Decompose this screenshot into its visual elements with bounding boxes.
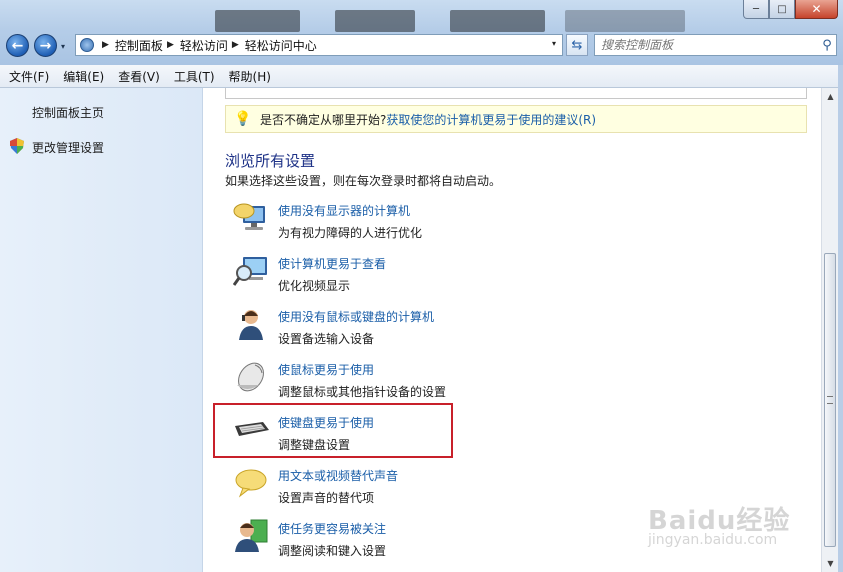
partial-panel-edge xyxy=(225,88,807,99)
setting-item: 使任务更容易被关注 调整阅读和键入设置 xyxy=(233,518,633,564)
search-box[interactable]: ⚲ xyxy=(594,34,837,56)
setting-link-focus-tasks[interactable]: 使任务更容易被关注 xyxy=(278,520,386,537)
taskbar-thumbnails xyxy=(215,10,735,32)
refresh-button[interactable]: ⇆ xyxy=(566,34,588,56)
search-input[interactable] xyxy=(595,37,818,53)
setting-desc: 为有视力障碍的人进行优化 xyxy=(278,226,423,240)
left-navigation-pane: 控制面板主页 更改管理设置 xyxy=(0,88,203,572)
user-headset-icon xyxy=(239,310,263,340)
section-subtitle: 如果选择这些设置，则在每次登录时都将自动启动。 xyxy=(225,174,502,188)
setting-link-no-mouse-keyboard[interactable]: 使用没有鼠标或键盘的计算机 xyxy=(278,308,434,325)
forward-arrow-icon: → xyxy=(39,37,52,54)
menu-view[interactable]: 查看(V) xyxy=(109,68,165,85)
uac-shield-icon xyxy=(10,138,24,154)
section-title: 浏览所有设置 xyxy=(225,152,316,170)
lightbulb-icon: 💡 xyxy=(234,111,252,127)
window-controls: ─ □ ✕ xyxy=(743,0,838,20)
magnifier-monitor-icon xyxy=(233,257,267,286)
maximize-button[interactable]: □ xyxy=(769,0,795,19)
setting-link-easier-to-see[interactable]: 使计算机更易于查看 xyxy=(278,255,386,272)
setting-item: 使用没有鼠标或键盘的计算机 设置备选输入设备 xyxy=(233,306,633,352)
setting-item: 使用没有显示器的计算机 为有视力障碍的人进行优化 xyxy=(233,200,633,246)
setting-item: 使鼠标更易于使用 调整鼠标或其他指针设备的设置 xyxy=(233,359,633,405)
search-icon[interactable]: ⚲ xyxy=(818,38,836,53)
menu-edit[interactable]: 编辑(E) xyxy=(54,68,109,85)
breadcrumb-chevron-icon[interactable]: ▶ xyxy=(102,40,109,50)
breadcrumb-ease-of-access[interactable]: 轻松访问 xyxy=(180,37,228,54)
tip-text: 是否不确定从哪里开始? xyxy=(260,112,387,127)
minimize-button[interactable]: ─ xyxy=(743,0,769,19)
scroll-up-icon[interactable]: ▲ xyxy=(822,88,839,105)
address-bar[interactable]: ▶ 控制面板 ▶ 轻松访问 ▶ 轻松访问中心 ▾ xyxy=(75,34,563,56)
recommendations-link[interactable]: 获取使您的计算机更易于使用的建议(R) xyxy=(386,111,596,128)
back-button[interactable]: ← xyxy=(6,34,29,57)
watermark: Baidu经验 jingyan.baidu.com xyxy=(648,480,828,550)
setting-link-text-alternatives[interactable]: 用文本或视频替代声音 xyxy=(278,467,398,484)
scroll-grip-icon xyxy=(827,396,833,404)
menu-tools[interactable]: 工具(T) xyxy=(165,68,220,85)
setting-desc: 设置声音的替代项 xyxy=(278,491,375,505)
back-arrow-icon: ← xyxy=(11,37,24,54)
scroll-down-icon[interactable]: ▼ xyxy=(822,555,839,572)
tip-bar: 💡 是否不确定从哪里开始? 获取使您的计算机更易于使用的建议(R) xyxy=(225,105,807,133)
change-admin-settings-link[interactable]: 更改管理设置 xyxy=(32,139,104,156)
address-dropdown-icon[interactable]: ▾ xyxy=(552,39,556,48)
speech-bubble-icon xyxy=(235,469,267,498)
window-border xyxy=(838,65,843,572)
setting-link-no-display[interactable]: 使用没有显示器的计算机 xyxy=(278,202,410,219)
menu-file[interactable]: 文件(F) xyxy=(0,68,54,85)
mouse-icon xyxy=(237,362,264,392)
title-bar: ─ □ ✕ ← → ▾ ▶ 控制面板 ▶ 轻松访问 ▶ 轻松访问中心 ▾ ⇆ ⚲ xyxy=(0,0,843,65)
refresh-icon: ⇆ xyxy=(571,37,583,53)
control-panel-home-link[interactable]: 控制面板主页 xyxy=(32,104,104,121)
setting-link-mouse[interactable]: 使鼠标更易于使用 xyxy=(278,361,374,378)
setting-item: 用文本或视频替代声音 设置声音的替代项 xyxy=(233,465,633,511)
annotation-highlight-box xyxy=(213,403,453,458)
watermark-site: jingyan.baidu.com xyxy=(648,532,778,548)
control-panel-icon xyxy=(80,38,94,52)
user-window-icon xyxy=(235,519,268,552)
menu-help[interactable]: 帮助(H) xyxy=(220,68,276,85)
breadcrumb-control-panel[interactable]: 控制面板 xyxy=(115,37,163,54)
setting-item: 使计算机更易于查看 优化视频显示 xyxy=(233,253,633,299)
breadcrumb-chevron-icon[interactable]: ▶ xyxy=(167,40,174,50)
setting-desc: 优化视频显示 xyxy=(278,279,351,293)
breadcrumb-ease-of-access-center[interactable]: 轻松访问中心 xyxy=(245,37,317,54)
setting-desc: 调整鼠标或其他指针设备的设置 xyxy=(278,385,447,399)
close-button[interactable]: ✕ xyxy=(795,0,838,19)
breadcrumb-chevron-icon[interactable]: ▶ xyxy=(232,40,239,50)
history-dropdown[interactable]: ▾ xyxy=(61,42,65,51)
forward-button[interactable]: → xyxy=(34,34,57,57)
speech-monitor-icon xyxy=(233,203,265,230)
menu-bar: 文件(F) 编辑(E) 查看(V) 工具(T) 帮助(H) xyxy=(0,65,843,88)
setting-desc: 设置备选输入设备 xyxy=(278,332,375,346)
setting-desc: 调整阅读和键入设置 xyxy=(278,544,387,558)
